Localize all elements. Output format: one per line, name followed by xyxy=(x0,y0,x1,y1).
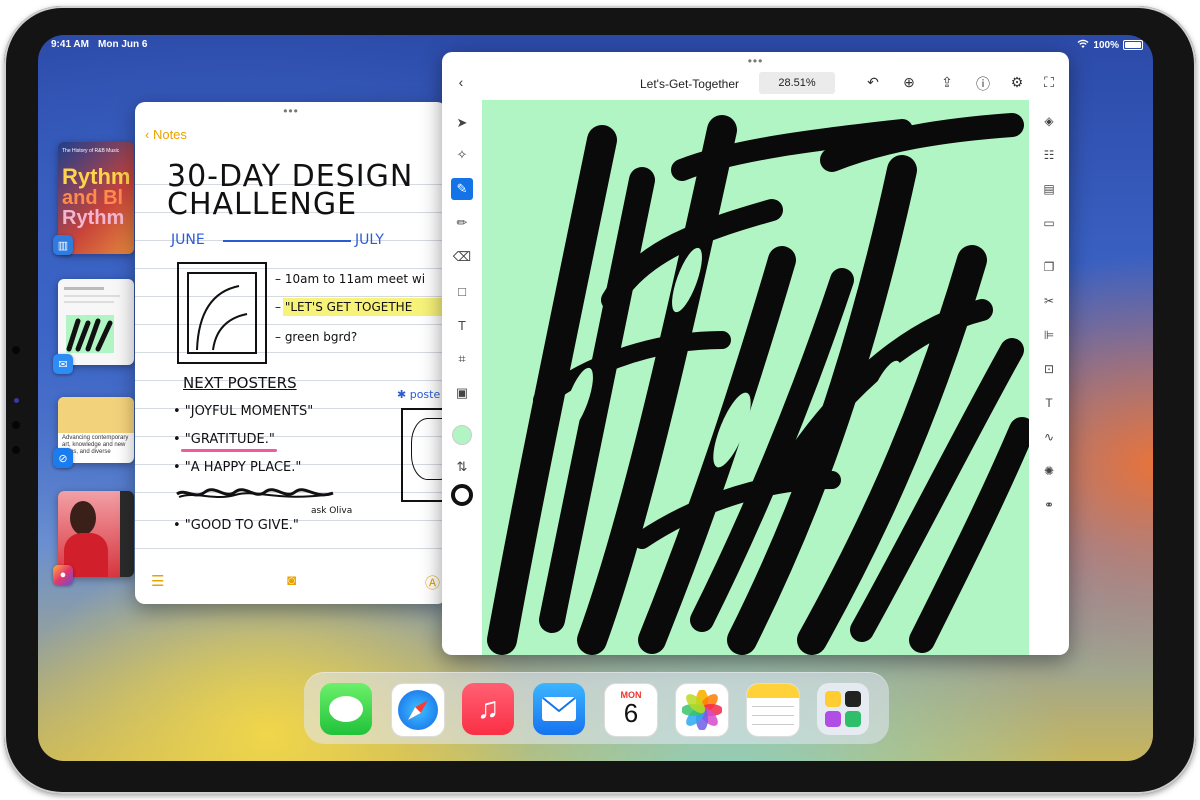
poster-header: The History of R&B Music xyxy=(62,148,120,154)
ipad-screen: 9:41 AM Mon Jun 6 100% The History of R&… xyxy=(38,35,1153,761)
crop-icon[interactable]: ⌗ xyxy=(451,348,473,370)
notes-window[interactable]: ••• ‹ Notes 30-DAY DESIGN CHALLENGE JUNE… xyxy=(135,102,447,604)
fit-canvas-icon[interactable]: ⛶ xyxy=(1040,74,1058,91)
comment-icon[interactable]: ▭ xyxy=(1038,212,1060,234)
stage-photos[interactable] xyxy=(58,491,134,577)
poster-text: Rythm xyxy=(62,164,131,189)
checklist-icon[interactable]: ☰ xyxy=(151,572,164,590)
sketch-box xyxy=(177,262,267,364)
poster-item: • "A HAPPY PLACE." xyxy=(173,460,302,475)
side-button xyxy=(12,346,20,354)
poster-item: • "GRATITUDE." xyxy=(173,432,275,447)
dock: ♫ MON 6 xyxy=(304,672,889,744)
status-right: 100% xyxy=(1077,39,1143,51)
section-heading: NEXT POSTERS xyxy=(183,374,297,392)
path-icon[interactable]: ∿ xyxy=(1038,426,1060,448)
document-title[interactable]: Let's-Get-Together xyxy=(640,77,739,91)
safari-app-icon[interactable] xyxy=(391,683,445,737)
eraser-icon[interactable]: ⌫ xyxy=(451,246,473,268)
calendar-day: 6 xyxy=(623,698,639,728)
back-chevron-icon[interactable]: ‹ xyxy=(452,74,470,90)
camera-icon[interactable]: ◙ xyxy=(287,572,296,589)
month-arrow xyxy=(223,240,351,242)
undo-icon[interactable]: ↶ xyxy=(864,74,882,91)
settings-icon[interactable]: ⚙ xyxy=(1008,74,1026,91)
ask-note: ask Oliva xyxy=(311,506,353,516)
poster-text: Rythm xyxy=(62,207,125,229)
status-bar: 9:41 AM Mon Jun 6 100% xyxy=(38,35,1153,53)
note-item: – 10am to 11am meet wi xyxy=(275,272,426,286)
photos-dock-icon[interactable] xyxy=(675,683,729,737)
swap-icon[interactable]: ⇅ xyxy=(451,456,473,478)
note-item: – "LET'S GET TOGETHE xyxy=(275,300,413,314)
left-toolbar: ➤ ✧ ✎ ✏ ⌫ □ T ⌗ ▣ ⇅ xyxy=(442,100,482,655)
window-grabber[interactable]: ••• xyxy=(283,105,299,117)
notes-toolbar: ☰ ◙ Ⓐ xyxy=(135,572,447,594)
library-icon[interactable]: ▤ xyxy=(1038,178,1060,200)
note-title: CHALLENGE xyxy=(167,187,358,222)
wifi-icon xyxy=(1077,39,1089,51)
mail-app-icon[interactable] xyxy=(533,683,585,735)
month-end: JULY xyxy=(355,232,384,248)
poster-text: and Bl xyxy=(62,187,124,209)
scribble xyxy=(175,486,335,502)
photos-app-icon: ● xyxy=(53,565,73,585)
poster-item: • "JOYFUL MOMENTS" xyxy=(173,404,314,419)
mail-icon: ✉ xyxy=(53,354,73,374)
notes-app-icon[interactable] xyxy=(746,683,800,737)
battery-icon xyxy=(1123,40,1143,50)
notes-back-button[interactable]: ‹ Notes xyxy=(145,127,187,142)
invite-icon[interactable]: ⊕ xyxy=(900,74,918,91)
help-icon[interactable]: ⓘ xyxy=(974,74,992,94)
status-time: 9:41 AM xyxy=(51,39,89,50)
music-app-icon[interactable]: ♫ xyxy=(462,683,514,735)
fresco-window[interactable]: ••• ‹ Let's-Get-Together 28.51% ↶ ⊕ ⇪ ⓘ … xyxy=(442,52,1069,655)
pink-underline xyxy=(181,449,277,452)
side-note: ✱ poste xyxy=(397,388,441,401)
brush-size-icon[interactable] xyxy=(451,484,473,506)
select-icon[interactable]: ➤ xyxy=(451,112,473,134)
share-icon[interactable]: ⇪ xyxy=(938,74,956,91)
duplicate-icon[interactable]: ❐ xyxy=(1038,256,1060,278)
align-icon[interactable]: ⊫ xyxy=(1038,324,1060,346)
battery-percent: 100% xyxy=(1093,39,1119,51)
note-item: – green bgrd? xyxy=(275,330,358,344)
keynote-icon: ▥ xyxy=(53,235,73,255)
fresco-toolbar: ‹ Let's-Get-Together 28.51% ↶ ⊕ ⇪ ⓘ ⚙ ⛶ xyxy=(442,52,1069,100)
side-button xyxy=(14,398,19,403)
pen-icon[interactable]: ✎ xyxy=(451,178,473,200)
magic-select-icon[interactable]: ✧ xyxy=(451,144,473,166)
lettering-artwork xyxy=(487,113,1029,655)
markup-icon[interactable]: Ⓐ xyxy=(425,572,440,593)
side-button xyxy=(12,421,20,429)
messages-app-icon[interactable] xyxy=(320,683,372,735)
shape-icon[interactable]: □ xyxy=(451,280,473,302)
calendar-app-icon[interactable]: MON 6 xyxy=(604,683,658,737)
link-icon[interactable]: ⚭ xyxy=(1038,494,1060,516)
notes-back-label: Notes xyxy=(152,127,187,142)
poster-item: • "GOOD TO GIVE." xyxy=(173,518,299,533)
adjust-icon[interactable]: ☷ xyxy=(1038,144,1060,166)
effects-icon[interactable]: ✺ xyxy=(1038,460,1060,482)
cut-icon[interactable]: ✂ xyxy=(1038,290,1060,312)
zoom-level[interactable]: 28.51% xyxy=(759,72,835,94)
side-button xyxy=(12,446,20,454)
sketch-box-2 xyxy=(401,408,447,502)
brush-icon[interactable]: ✏ xyxy=(451,212,473,234)
month-start: JUNE xyxy=(171,232,205,248)
app-library-icon[interactable] xyxy=(817,683,869,735)
safari-icon: ⊘ xyxy=(53,448,73,468)
text-icon[interactable]: T xyxy=(451,314,473,336)
layers-icon[interactable]: ◈ xyxy=(1038,110,1060,132)
right-toolbar: ◈ ☷ ▤ ▭ ❐ ✂ ⊫ ⊡ T ∿ ✺ ⚭ xyxy=(1029,100,1069,655)
stage-mail[interactable] xyxy=(58,279,134,365)
color-swatch[interactable] xyxy=(451,424,473,446)
image-icon[interactable]: ▣ xyxy=(451,382,473,404)
transform-icon[interactable]: ⊡ xyxy=(1038,358,1060,380)
artwork-canvas[interactable] xyxy=(482,100,1029,655)
status-date: Mon Jun 6 xyxy=(98,39,148,50)
type-icon[interactable]: T xyxy=(1038,392,1060,414)
